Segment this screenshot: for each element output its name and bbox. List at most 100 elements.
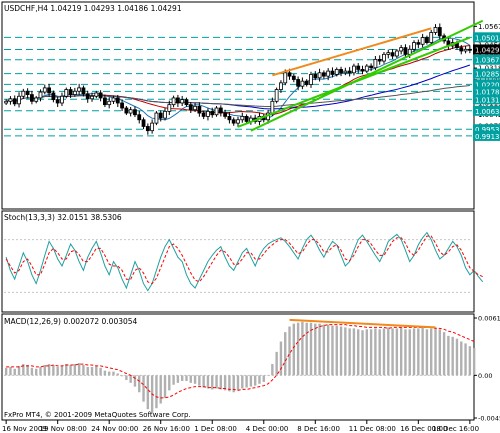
candle-body — [330, 70, 335, 75]
macd-bar — [193, 375, 197, 384]
macd-bar — [339, 326, 343, 376]
macd-bar — [163, 375, 167, 398]
macd-bar — [382, 328, 386, 376]
candle-body — [201, 112, 206, 117]
candle-body — [352, 65, 356, 74]
candle-body — [287, 72, 292, 77]
candle-body — [459, 47, 464, 52]
macd-bar — [245, 375, 248, 388]
macd-bar — [352, 328, 356, 376]
candle-body — [317, 72, 322, 79]
time-tick-label: 8 Dec 16:00 — [297, 425, 340, 433]
candle-body — [94, 92, 99, 97]
candle-body — [467, 48, 472, 51]
price-label-text: 1.01319 — [475, 96, 500, 104]
candle-body — [154, 112, 159, 124]
time-tick-label: 19 Nov 08:00 — [40, 425, 87, 433]
candle-body — [382, 53, 386, 62]
macd-bar — [142, 375, 145, 402]
candle-body — [343, 70, 348, 74]
copyright-text: FxPro MT4, © 2001-2009 MetaQuotes Softwa… — [4, 411, 191, 419]
macd-bar — [65, 364, 68, 376]
candle-body — [30, 94, 34, 102]
macd-bar — [60, 365, 64, 376]
macd-bar — [69, 365, 72, 376]
candle-body — [416, 42, 421, 45]
candle-body — [180, 99, 185, 104]
macd-panel-title: MACD(12,26,9) 0.002072 0.003054 — [4, 317, 138, 326]
macd-bar — [176, 375, 180, 383]
candle-body — [369, 65, 374, 69]
candle-body — [64, 89, 69, 97]
candle-body — [141, 119, 146, 127]
macd-bar — [430, 328, 433, 376]
macd-bar — [391, 328, 394, 376]
price-level-labels: 1.050141.042911.036771.028511.022091.017… — [473, 32, 500, 141]
macd-bar — [43, 365, 46, 376]
candle-body — [107, 100, 112, 106]
price-label-text: 0.99136 — [475, 133, 500, 141]
candle-body — [386, 52, 391, 55]
macd-bar — [271, 364, 274, 376]
macd-bar — [159, 375, 162, 404]
macd-bar — [365, 329, 369, 376]
candle-body — [60, 95, 64, 104]
macd-bar — [408, 329, 411, 376]
macd-bar — [172, 375, 175, 385]
macd-bar — [168, 375, 171, 391]
macd-bar — [13, 368, 16, 376]
macd-bar — [35, 368, 38, 376]
macd-bar — [357, 329, 360, 376]
macd-bar — [56, 366, 59, 376]
candle-body — [360, 69, 365, 72]
candle-body — [4, 100, 9, 104]
macd-bar — [26, 365, 29, 376]
candle-body — [399, 47, 404, 52]
candle-body — [38, 91, 43, 99]
candle-body — [55, 99, 60, 104]
candle-body — [98, 92, 103, 99]
macd-bar — [275, 351, 278, 376]
macd-bar — [412, 328, 416, 376]
time-tick-label: 26 Nov 16:00 — [143, 425, 190, 433]
candle-body — [463, 48, 468, 52]
macd-bar — [120, 375, 124, 377]
macd-bar — [331, 325, 334, 376]
candle-body — [25, 90, 30, 95]
time-tick-label: 11 Dec 08:00 — [349, 425, 396, 433]
mt4-chart: USDCHF,H4 1.04219 1.04293 1.04186 1.0429… — [0, 0, 500, 433]
candle-body — [21, 90, 26, 97]
candle-body — [296, 79, 301, 87]
macd-bar — [438, 329, 441, 376]
price-label-text: 1.02851 — [475, 71, 500, 79]
price-label-text: 1.03677 — [475, 57, 500, 65]
macd-bar — [103, 370, 107, 376]
stochastic-panel-title: Stoch(13,3,3) 32.0151 38.5306 — [4, 213, 122, 222]
candle-body — [124, 107, 129, 114]
candle-body — [364, 65, 369, 72]
candle-body — [115, 97, 120, 104]
macd-bar — [112, 371, 115, 376]
macd-bar — [305, 322, 308, 376]
candle-body — [171, 97, 176, 106]
macd-bar — [116, 373, 119, 376]
time-tick-label: 4 Dec 00:00 — [246, 425, 289, 433]
macd-bar — [387, 327, 390, 376]
candle-body — [137, 114, 142, 121]
macd-bar — [138, 375, 141, 393]
candle-body — [270, 100, 275, 114]
macd-bar — [472, 348, 476, 376]
price-label-text: 1.04291 — [475, 46, 500, 54]
macd-bar — [425, 329, 429, 376]
candle-body — [309, 74, 313, 85]
macd-bar — [125, 375, 128, 381]
macd-bar — [202, 375, 205, 388]
macd-bar — [322, 324, 326, 376]
macd-bar — [288, 326, 291, 376]
candle-body — [227, 116, 232, 121]
candle-body — [403, 47, 408, 55]
macd-bar — [266, 375, 270, 376]
time-tick-label: 18 Dec 16:00 — [432, 425, 479, 433]
candle-body — [193, 105, 197, 111]
candle — [154, 111, 159, 126]
